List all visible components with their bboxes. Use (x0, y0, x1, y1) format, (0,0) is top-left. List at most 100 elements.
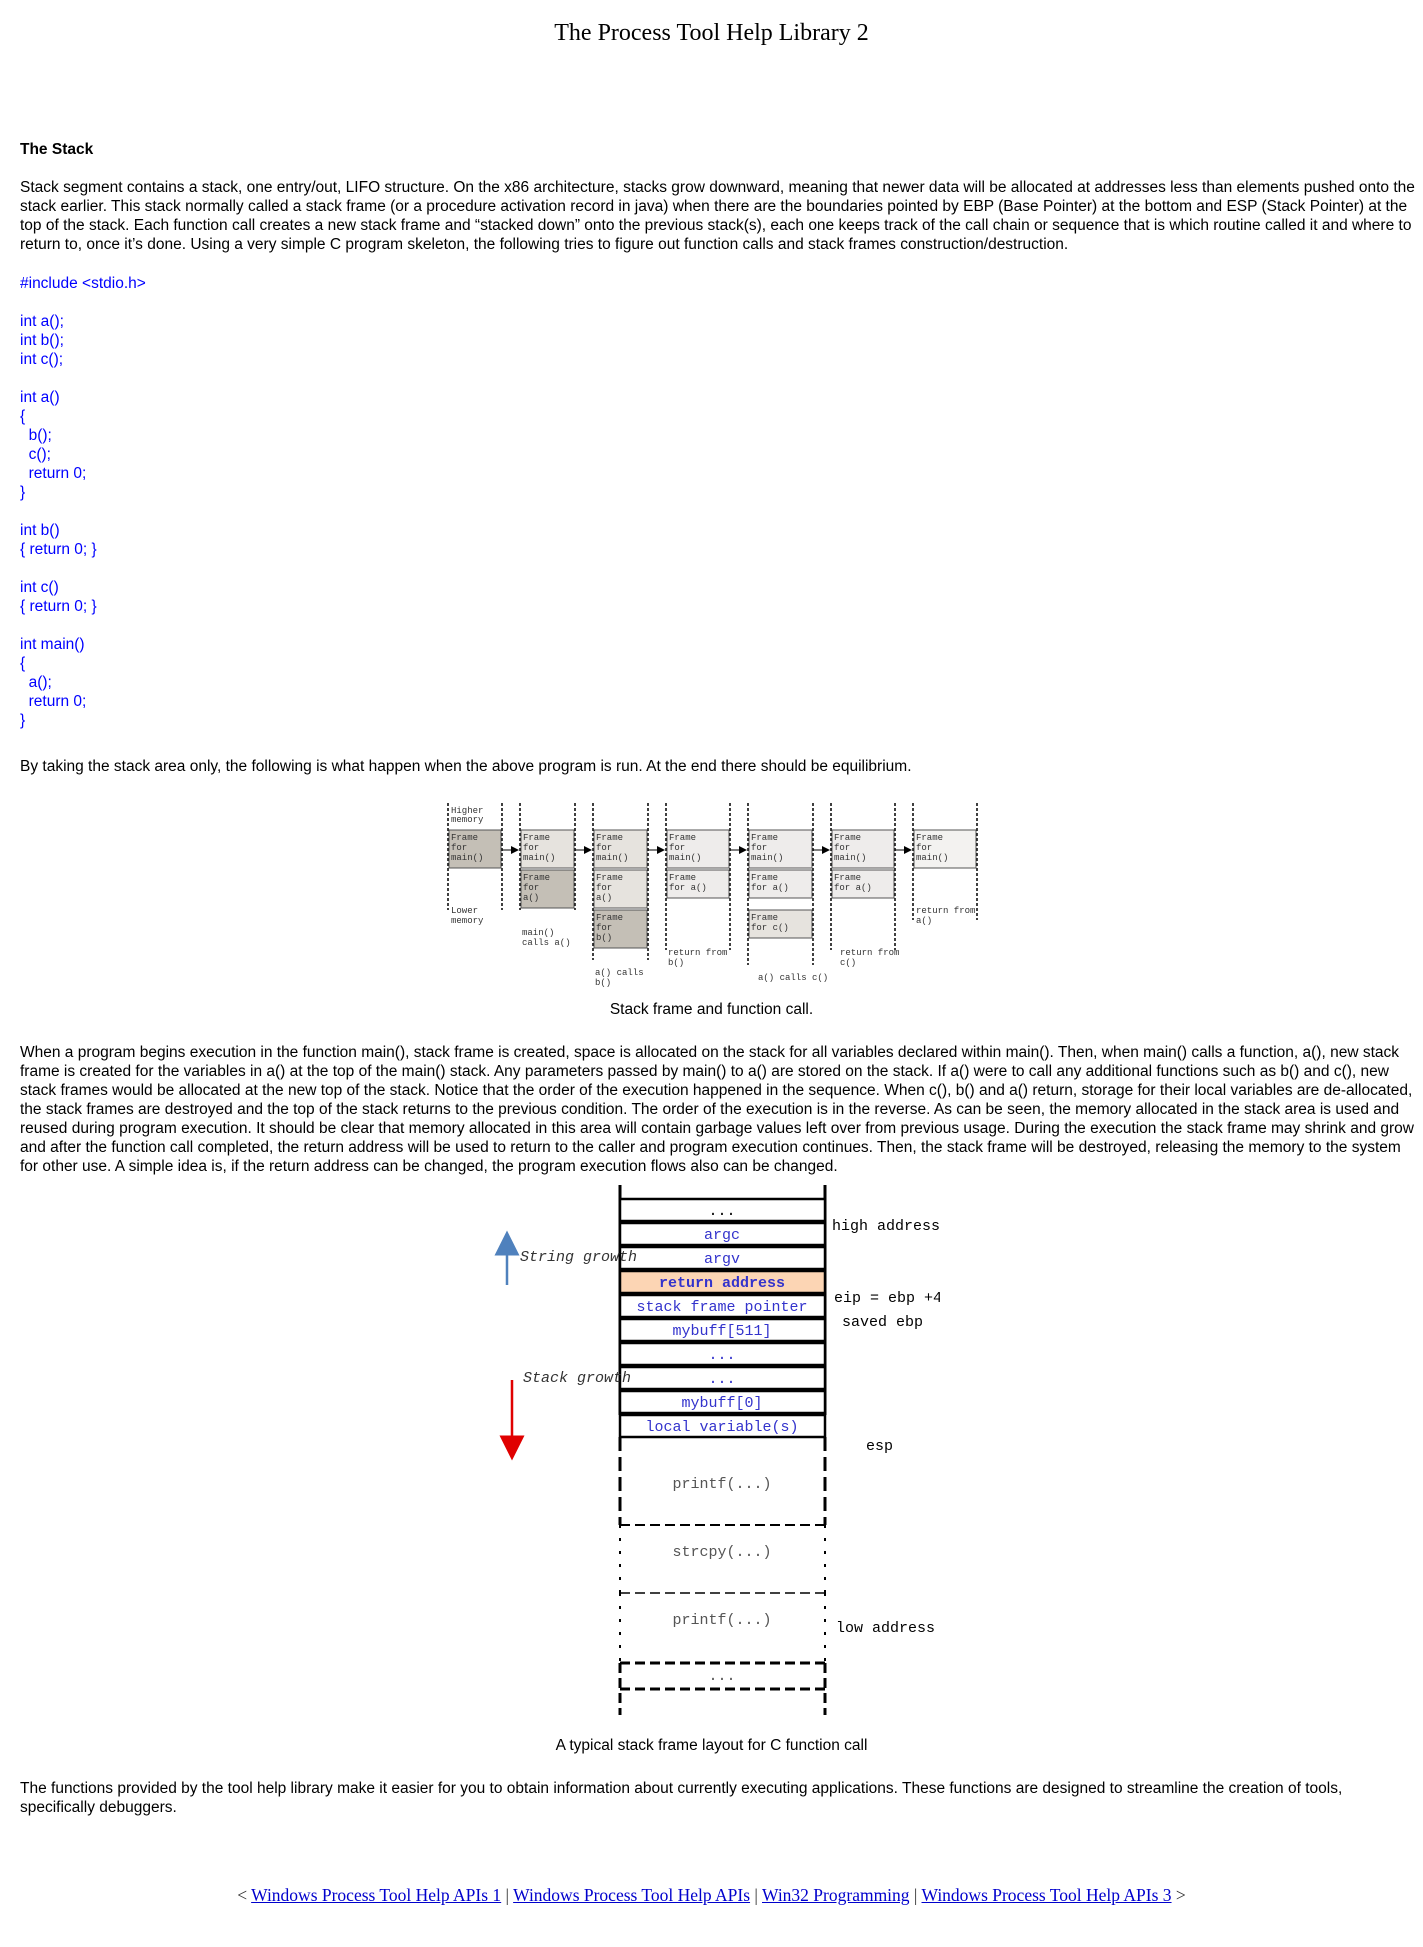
frame-label: for c() (751, 923, 789, 933)
frame-label: for (751, 843, 767, 853)
stack-cell: ... (708, 1203, 735, 1220)
frame-label: Frame (751, 913, 778, 923)
frame-label: for a() (751, 883, 789, 893)
paragraph-3: When a program begins execution in the f… (20, 1044, 1415, 1175)
code-line: { (20, 655, 26, 672)
stack-frame-layout-diagram: ... argc argv return address stack frame… (494, 1185, 940, 1715)
nav-link-tool-help-apis[interactable]: Windows Process Tool Help APIs (513, 1885, 750, 1905)
frame-label: main() (451, 853, 483, 863)
code-line: return 0; (20, 693, 87, 710)
frame-label: Frame (834, 873, 861, 883)
stack-cell: stack frame pointer (636, 1299, 807, 1316)
code-line: } (20, 484, 26, 501)
stack-cell: strcpy(...) (672, 1544, 771, 1561)
stack-cell: mybuff[0] (681, 1395, 762, 1412)
frame-label: Frame (596, 833, 623, 843)
frame-label: Frame (451, 833, 478, 843)
eip-label: eip = ebp +4 (834, 1290, 940, 1307)
stack-cell: printf(...) (672, 1612, 771, 1629)
diagram-note: return from (916, 906, 975, 916)
lower-memory-label: memory (451, 916, 484, 926)
frame-label: main() (669, 853, 701, 863)
code-line: { (20, 408, 26, 425)
stack-cell: local variable(s) (645, 1419, 798, 1436)
nav-separator: | (505, 1885, 510, 1905)
frame-label: Frame (751, 873, 778, 883)
frame-label: b() (596, 933, 612, 943)
code-line: int main() (20, 636, 85, 653)
frame-label: for (834, 843, 850, 853)
diagram-note: return from (840, 948, 899, 958)
code-line: int a(); (20, 313, 64, 330)
higher-memory-label: memory (451, 815, 484, 825)
diagram-note: a() calls c() (758, 973, 828, 983)
frame-label: for (596, 923, 612, 933)
code-line: { return 0; } (20, 598, 97, 615)
code-line: return 0; (20, 465, 87, 482)
frame-label: Frame (596, 873, 623, 883)
code-line: a(); (20, 674, 52, 691)
diagram-note: a() calls (595, 968, 644, 978)
frame-label: for (451, 843, 467, 853)
intro-paragraph: Stack segment contains a stack, one entr… (20, 179, 1415, 253)
code-line: { return 0; } (20, 541, 97, 558)
frame-label: main() (523, 853, 555, 863)
diagram-note: c() (840, 958, 856, 968)
page-title: The Process Tool Help Library 2 (554, 20, 869, 46)
nav-link-tool-help-apis-3[interactable]: Windows Process Tool Help APIs 3 (922, 1885, 1172, 1905)
high-address-label: high address (832, 1218, 940, 1235)
section-heading: The Stack (20, 141, 94, 158)
stack-cell: argv (704, 1251, 740, 1268)
stack-growth-label: Stack growth (523, 1370, 631, 1387)
frame-label: for (669, 843, 685, 853)
stack-frame-sequence-diagram: Higher memory Frame for main() Lower mem… (447, 803, 978, 988)
stack-cell: return address (659, 1275, 785, 1292)
figure1-caption: Stack frame and function call. (609, 1001, 814, 1018)
code-line: c(); (20, 446, 51, 463)
nav-link-tool-help-apis-1[interactable]: Windows Process Tool Help APIs 1 (251, 1885, 501, 1905)
page-navigation: < Windows Process Tool Help APIs 1 | Win… (0, 1885, 1423, 1906)
stack-cell: ... (708, 1347, 735, 1364)
stack-cell: ... (708, 1371, 735, 1388)
frame-label: for a() (669, 883, 707, 893)
string-growth-label: String growth (520, 1249, 637, 1266)
frame-label: Frame (669, 833, 696, 843)
code-line: b(); (20, 427, 52, 444)
frame-label: main() (916, 853, 948, 863)
paragraph-4: The functions provided by the tool help … (20, 1780, 1343, 1816)
frame-label: for (596, 883, 612, 893)
low-address-label: low address (836, 1620, 935, 1637)
frame-label: Frame (834, 833, 861, 843)
nav-separator: | (754, 1885, 758, 1905)
stack-cell: argc (704, 1227, 740, 1244)
code-line: #include <stdio.h> (20, 275, 146, 292)
code-line: int b(); (20, 332, 64, 349)
frame-label: for (523, 843, 539, 853)
frame-label: Frame (669, 873, 696, 883)
stack-cell: ... (708, 1668, 735, 1685)
nav-link-win32-programming[interactable]: Win32 Programming (762, 1885, 910, 1905)
diagram-note: calls a() (522, 938, 571, 948)
nav-separator: | (913, 1885, 918, 1905)
code-line: int b() (20, 522, 60, 539)
frame-label: main() (596, 853, 628, 863)
diagram-note: a() (916, 916, 932, 926)
frame-label: Frame (596, 913, 623, 923)
frame-label: for (596, 843, 612, 853)
stack-cell: mybuff[511] (672, 1323, 771, 1340)
frame-label: a() (596, 893, 612, 903)
nav-open-bracket: < (237, 1885, 248, 1905)
frame-label: Frame (751, 833, 778, 843)
esp-label: esp (866, 1438, 893, 1455)
stack-cell: printf(...) (672, 1476, 771, 1493)
code-line: int a() (20, 389, 60, 406)
frame-label: main() (751, 853, 783, 863)
code-line: } (20, 712, 26, 729)
frame-label: main() (834, 853, 866, 863)
frame-label: for (523, 883, 539, 893)
diagram-note: return from (668, 948, 727, 958)
